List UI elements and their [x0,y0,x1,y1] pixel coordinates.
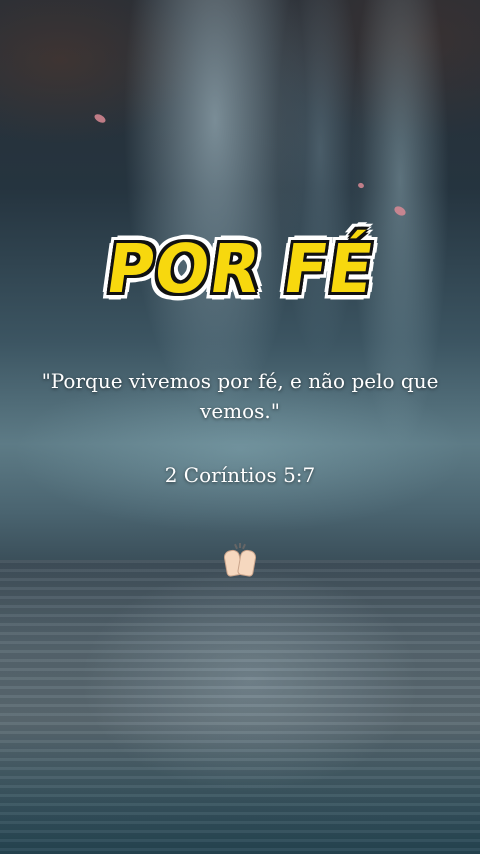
mist-glow [0,330,480,560]
verse-quote: "Porque vivemos por fé, e não pelo que v… [41,369,439,423]
water-surface [0,560,480,854]
verse-reference: 2 Coríntios 5:7 [164,463,316,487]
emoji-container [0,543,480,583]
title-container: POR FÉ [0,220,480,320]
raised-hands-icon [222,543,258,578]
page-title: POR FÉ [101,231,379,309]
background-scene [0,0,480,854]
